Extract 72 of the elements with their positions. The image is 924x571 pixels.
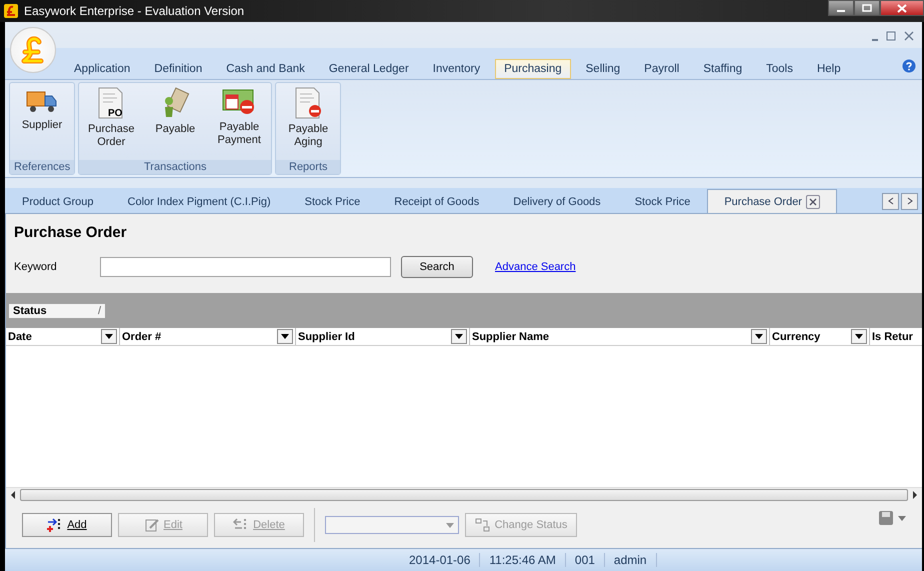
column-header[interactable]: Supplier Name — [470, 328, 770, 345]
maximize-button[interactable] — [854, 0, 880, 16]
document-tab[interactable]: Color Index Pigment (C.I.Pig) — [110, 189, 288, 213]
column-header[interactable]: Currency — [770, 328, 870, 345]
close-icon — [904, 31, 914, 42]
status-field: 001 — [566, 553, 605, 567]
filter-dropdown-icon[interactable] — [751, 329, 767, 344]
group-chip[interactable]: Status / — [9, 304, 105, 318]
close-icon[interactable] — [806, 194, 820, 208]
menu-tab[interactable]: Tools — [757, 59, 802, 79]
caret-icon[interactable] — [898, 516, 906, 520]
scroll-thumb[interactable] — [20, 489, 908, 501]
maximize-icon — [862, 4, 872, 12]
ribbon-button[interactable]: Payable — [143, 83, 208, 160]
menu-tab[interactable]: General Ledger — [320, 59, 418, 79]
page-title: Purchase Order — [13, 223, 128, 243]
calendar-money-icon — [222, 87, 256, 117]
document-tab[interactable]: Stock Price — [288, 189, 378, 213]
horizontal-scrollbar[interactable] — [6, 487, 922, 502]
advance-search-link[interactable]: Advance Search — [495, 261, 576, 273]
column-header[interactable]: Supplier Id — [296, 328, 470, 345]
menu-tab[interactable]: Definition — [145, 59, 212, 79]
column-header[interactable]: Date — [6, 328, 120, 345]
chevron-right-icon — [906, 196, 914, 204]
maximize-icon — [886, 31, 896, 42]
group-caption: References — [10, 160, 74, 174]
column-header[interactable]: Order # — [120, 328, 296, 345]
ribbon-button[interactable]: Payable Aging — [276, 83, 340, 160]
ribbon-button[interactable]: PO Purchase Order — [79, 83, 144, 160]
group-caption: Reports — [276, 160, 340, 174]
window-title: Easywork Enterprise - Evaluation Version — [24, 4, 246, 18]
menu-tab[interactable]: Selling — [576, 59, 630, 79]
edit-icon — [144, 518, 160, 532]
minimize-icon — [872, 39, 878, 42]
menu-tab[interactable]: Help — [808, 59, 850, 79]
keyword-field[interactable] — [100, 257, 391, 277]
ribbon-button[interactable]: Payable Payment — [207, 83, 272, 160]
document-tab[interactable]: Product Group — [5, 189, 111, 213]
change-status-icon — [474, 518, 491, 532]
app-logo-icon — [4, 4, 18, 18]
filter-dropdown-icon[interactable] — [851, 329, 867, 344]
chevron-left-icon — [886, 196, 894, 204]
document-tab[interactable]: Stock Price — [618, 189, 708, 213]
save-icon[interactable] — [878, 510, 894, 526]
menu-tab[interactable]: Payroll — [635, 59, 688, 79]
toolbar-button[interactable]: Add — [22, 513, 112, 537]
menu-tab[interactable]: Application — [65, 59, 140, 79]
caret-icon — [446, 522, 454, 528]
status-field: 11:25:46 AM — [480, 553, 566, 567]
column-header[interactable]: Is Retur — [870, 328, 922, 345]
document-tab[interactable]: Purchase Order — [707, 189, 837, 213]
status-field: 2014-01-06 — [400, 553, 480, 567]
document-tab[interactable]: Delivery of Goods — [496, 189, 618, 213]
menu-tab[interactable]: Inventory — [424, 59, 490, 79]
close-icon — [897, 4, 907, 12]
minimize-button[interactable] — [828, 0, 854, 16]
keyword-label: Keyword — [14, 261, 58, 273]
search-button[interactable]: Search — [401, 256, 473, 278]
filter-dropdown-icon[interactable] — [277, 329, 293, 344]
ribbon-button[interactable]: Supplier — [10, 83, 74, 160]
menu-tab[interactable]: Cash and Bank — [217, 59, 314, 79]
filter-dropdown-icon[interactable] — [101, 329, 117, 344]
status-field: admin — [604, 553, 657, 567]
document-tab[interactable]: Receipt of Goods — [377, 189, 496, 213]
scroll-right-button[interactable] — [901, 193, 918, 210]
menu-tab[interactable]: Staffing — [694, 59, 752, 79]
close-button[interactable] — [880, 0, 924, 16]
group-caption: Transactions — [79, 160, 272, 174]
help-icon[interactable] — [902, 59, 916, 73]
scroll-left-button[interactable] — [882, 193, 899, 210]
filter-dropdown-icon[interactable] — [451, 329, 467, 344]
menu-tab[interactable]: Purchasing — [495, 59, 571, 79]
